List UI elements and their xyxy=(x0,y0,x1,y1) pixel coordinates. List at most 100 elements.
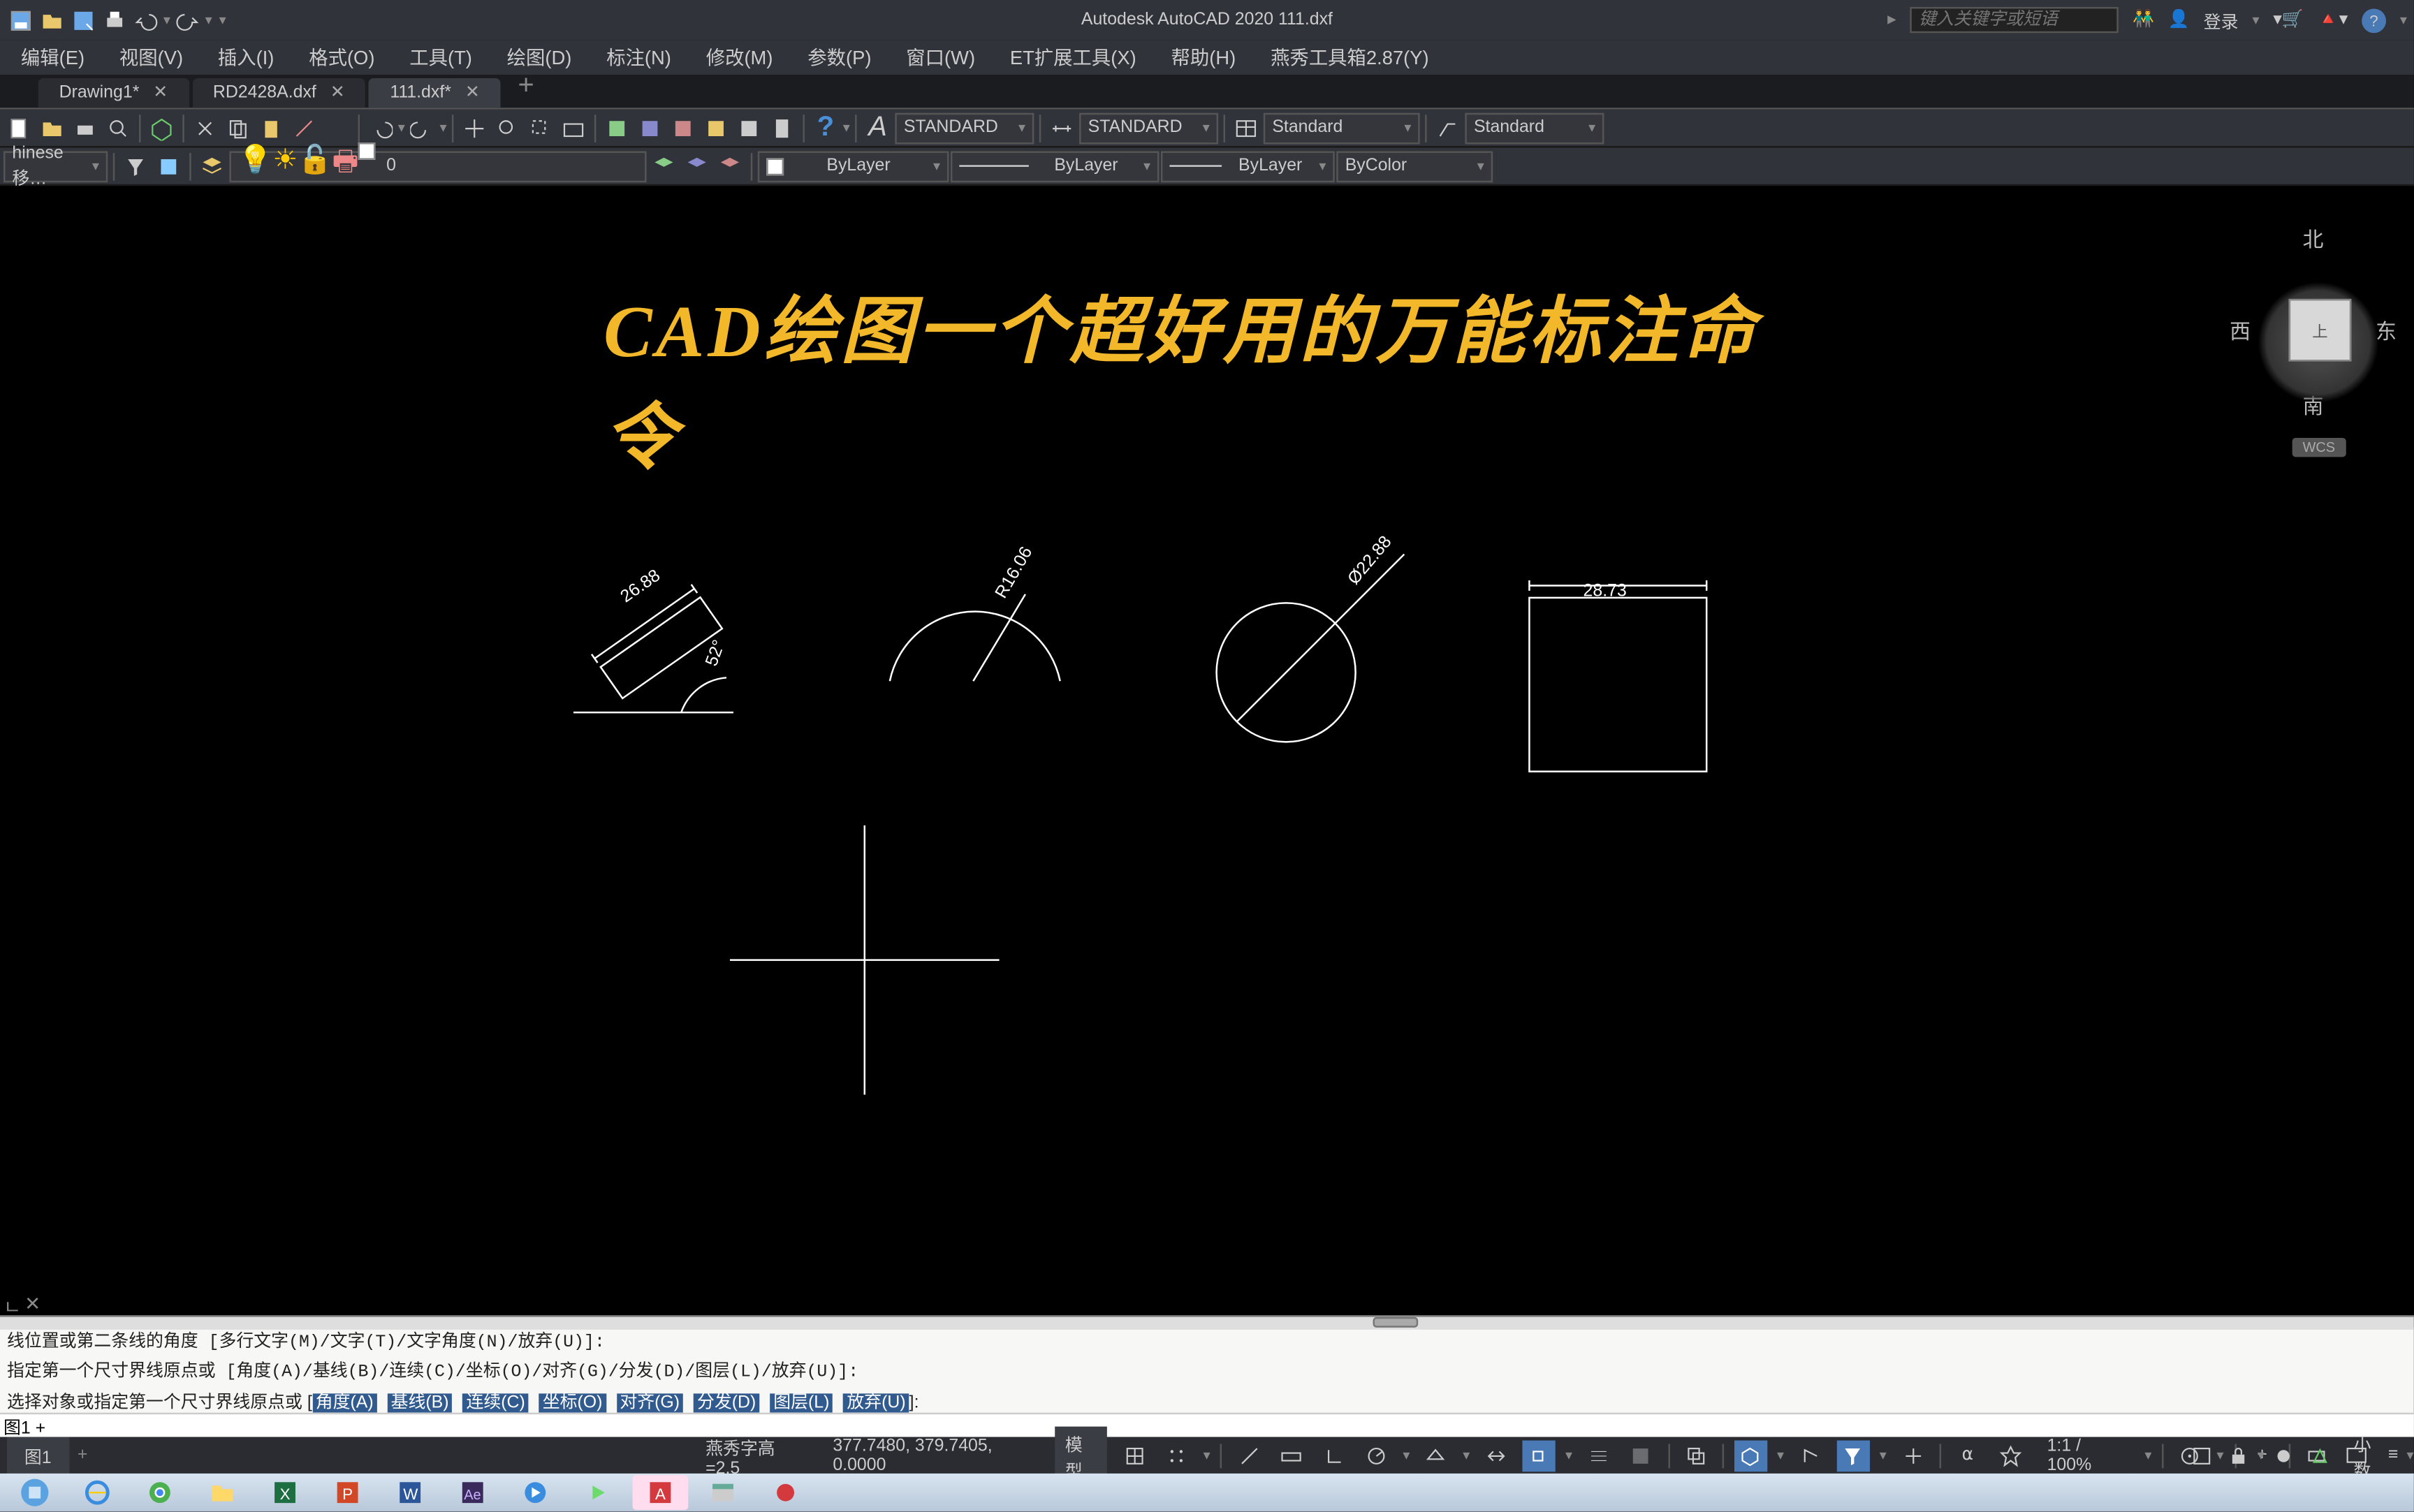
calc-icon[interactable] xyxy=(766,112,798,143)
otrack-icon[interactable] xyxy=(1480,1439,1512,1471)
layer-previous-icon[interactable] xyxy=(715,150,746,182)
polar-icon[interactable] xyxy=(1360,1439,1392,1471)
properties-icon[interactable] xyxy=(601,112,633,143)
menu-yanxiu[interactable]: 燕秀工具箱2.87(Y) xyxy=(1253,40,1446,75)
menu-tools[interactable]: 工具(T) xyxy=(392,40,489,75)
textstyle-dropdown[interactable]: STANDARD xyxy=(895,112,1034,143)
command-line-window[interactable]: 线位置或第二条线的角度 [多行文字(M)/文字(T)/文字角度(N)/放弃(U)… xyxy=(0,1328,2414,1437)
menu-edit[interactable]: 编辑(E) xyxy=(3,40,102,75)
brush-icon[interactable] xyxy=(321,112,353,143)
record-icon[interactable] xyxy=(758,1475,814,1510)
search-input[interactable] xyxy=(1910,7,2119,33)
new-tab-button[interactable]: + xyxy=(504,66,548,108)
redo-icon[interactable] xyxy=(407,112,438,143)
infer-icon[interactable] xyxy=(1233,1439,1265,1471)
plotstyle-dropdown[interactable]: ByColor xyxy=(1336,150,1493,182)
menu-help[interactable]: 帮助(H) xyxy=(1154,40,1254,75)
cmd-opt-baseline[interactable]: 基线(B) xyxy=(388,1393,453,1412)
signin-label[interactable]: 登录 xyxy=(2204,7,2239,33)
print-icon[interactable] xyxy=(101,6,129,34)
zoom-realtime-icon[interactable] xyxy=(492,112,523,143)
color-dropdown[interactable]: ByLayer xyxy=(758,150,949,182)
quick-props-icon[interactable] xyxy=(2184,1439,2219,1471)
tab-drawing1[interactable]: Drawing1*✕ xyxy=(38,78,189,108)
drawing-canvas[interactable]: CAD绘图一个超好用的万能标注命令 26.88 52° R16.06 Ø22.8… xyxy=(0,186,2414,1328)
viewcube-north[interactable]: 北 xyxy=(2303,224,2324,254)
autodesk-app-icon[interactable]: 🔺▾ xyxy=(2318,10,2348,29)
dynamic-ucs-icon[interactable] xyxy=(1794,1439,1827,1471)
new-icon[interactable] xyxy=(3,112,35,143)
annotation-scale-value[interactable]: 1:1 / 100% xyxy=(2037,1432,2135,1478)
dimstyle-dropdown[interactable]: STANDARD xyxy=(1079,112,1218,143)
undo-icon[interactable] xyxy=(365,112,396,143)
viewcube-wcs[interactable]: WCS xyxy=(2292,438,2346,457)
redo-dropdown-icon[interactable]: ▾ xyxy=(205,12,212,27)
close-icon[interactable]: ✕ xyxy=(465,83,480,102)
layout-tab-model[interactable]: 图1 xyxy=(7,1437,68,1474)
isodraft-icon[interactable] xyxy=(1420,1439,1452,1471)
help-icon[interactable]: ? xyxy=(810,112,841,143)
layer-make-current-icon[interactable] xyxy=(648,150,680,182)
lock-ui-icon[interactable] xyxy=(2221,1439,2256,1471)
mediaplayer-icon[interactable] xyxy=(507,1475,563,1510)
viewcube-top-face[interactable]: 上 xyxy=(2289,299,2352,362)
isolate-icon[interactable] xyxy=(2266,1439,2301,1471)
zoom-window-icon[interactable] xyxy=(525,112,556,143)
signin-icon[interactable]: 👤 xyxy=(2168,10,2190,29)
markup-icon[interactable] xyxy=(733,112,765,143)
open-icon[interactable] xyxy=(38,6,66,34)
dimstyle-icon[interactable] xyxy=(1046,112,1078,143)
close-icon[interactable]: ✕ xyxy=(153,83,168,102)
add-layout-icon[interactable]: + xyxy=(78,1446,88,1465)
3dosnap-icon[interactable] xyxy=(1734,1439,1766,1471)
hardware-accel-icon[interactable] xyxy=(2303,1439,2338,1471)
explorer-icon[interactable] xyxy=(195,1475,251,1510)
tab-rd2428a[interactable]: RD2428A.dxf✕ xyxy=(192,78,365,108)
viewcube-west[interactable]: 西 xyxy=(2230,316,2251,346)
dwg-icon[interactable] xyxy=(146,112,177,143)
sheet-set-icon[interactable] xyxy=(701,112,732,143)
qat-more-icon[interactable]: ▾ xyxy=(219,12,226,27)
help-icon[interactable]: ? xyxy=(2362,8,2386,32)
customize-icon[interactable]: ≡ xyxy=(2376,1439,2411,1471)
paste-icon[interactable] xyxy=(256,112,287,143)
layer-manager-icon[interactable] xyxy=(196,150,228,182)
layer-filter-icon[interactable] xyxy=(120,150,152,182)
chrome-icon[interactable] xyxy=(132,1475,188,1510)
dynamic-input-icon[interactable] xyxy=(1275,1439,1308,1471)
osnap-icon[interactable] xyxy=(1523,1439,1555,1471)
cmd-opt-layer[interactable]: 图层(L) xyxy=(770,1393,833,1412)
menu-view[interactable]: 视图(V) xyxy=(102,40,200,75)
menu-et[interactable]: ET扩展工具(X) xyxy=(993,40,1154,75)
scrollbar-thumb[interactable] xyxy=(1373,1317,1419,1328)
cart-icon[interactable]: ▾🛒 xyxy=(2273,10,2304,29)
close-icon[interactable]: ✕ xyxy=(330,83,345,102)
powerpoint-icon[interactable]: P xyxy=(320,1475,376,1510)
current-layer-dropdown[interactable]: 💡 ☀ 🔓 🖶 0 xyxy=(229,150,646,182)
command-scrollbar[interactable] xyxy=(0,1315,2414,1329)
transparency-icon[interactable] xyxy=(1625,1439,1658,1471)
linetype-dropdown[interactable]: ByLayer xyxy=(951,150,1160,182)
annotation-scale-icon[interactable]: ⍺ xyxy=(1952,1439,1984,1471)
selection-cycle-icon[interactable] xyxy=(1680,1439,1712,1471)
menu-format[interactable]: 格式(O) xyxy=(291,40,392,75)
player-icon[interactable] xyxy=(570,1475,626,1510)
ie-icon[interactable] xyxy=(70,1475,126,1510)
gizmo-icon[interactable] xyxy=(1897,1439,1929,1471)
menu-modify[interactable]: 修改(M) xyxy=(689,40,791,75)
layer-state-icon[interactable] xyxy=(153,150,184,182)
clean-screen-icon[interactable] xyxy=(2339,1439,2374,1471)
viewcube[interactable]: 北 西 东 南 上 WCS xyxy=(2240,203,2397,429)
lineweight-dropdown[interactable]: ByLayer xyxy=(1161,150,1335,182)
textstyle-left-dropdown[interactable]: hinese 移… xyxy=(3,150,108,182)
undo-icon[interactable] xyxy=(132,6,160,34)
tab-111dxf[interactable]: 111.dxf*✕ xyxy=(369,78,500,108)
save-icon[interactable] xyxy=(7,6,35,34)
cut-icon[interactable] xyxy=(189,112,221,143)
app-window-icon[interactable] xyxy=(695,1475,751,1510)
zoom-prev-icon[interactable] xyxy=(558,112,590,143)
cmd-opt-angle[interactable]: 角度(A) xyxy=(312,1393,377,1412)
copy-icon[interactable] xyxy=(222,112,254,143)
infocenter-icon[interactable]: 👬 xyxy=(2133,10,2154,29)
ortho-icon[interactable] xyxy=(1318,1439,1350,1471)
